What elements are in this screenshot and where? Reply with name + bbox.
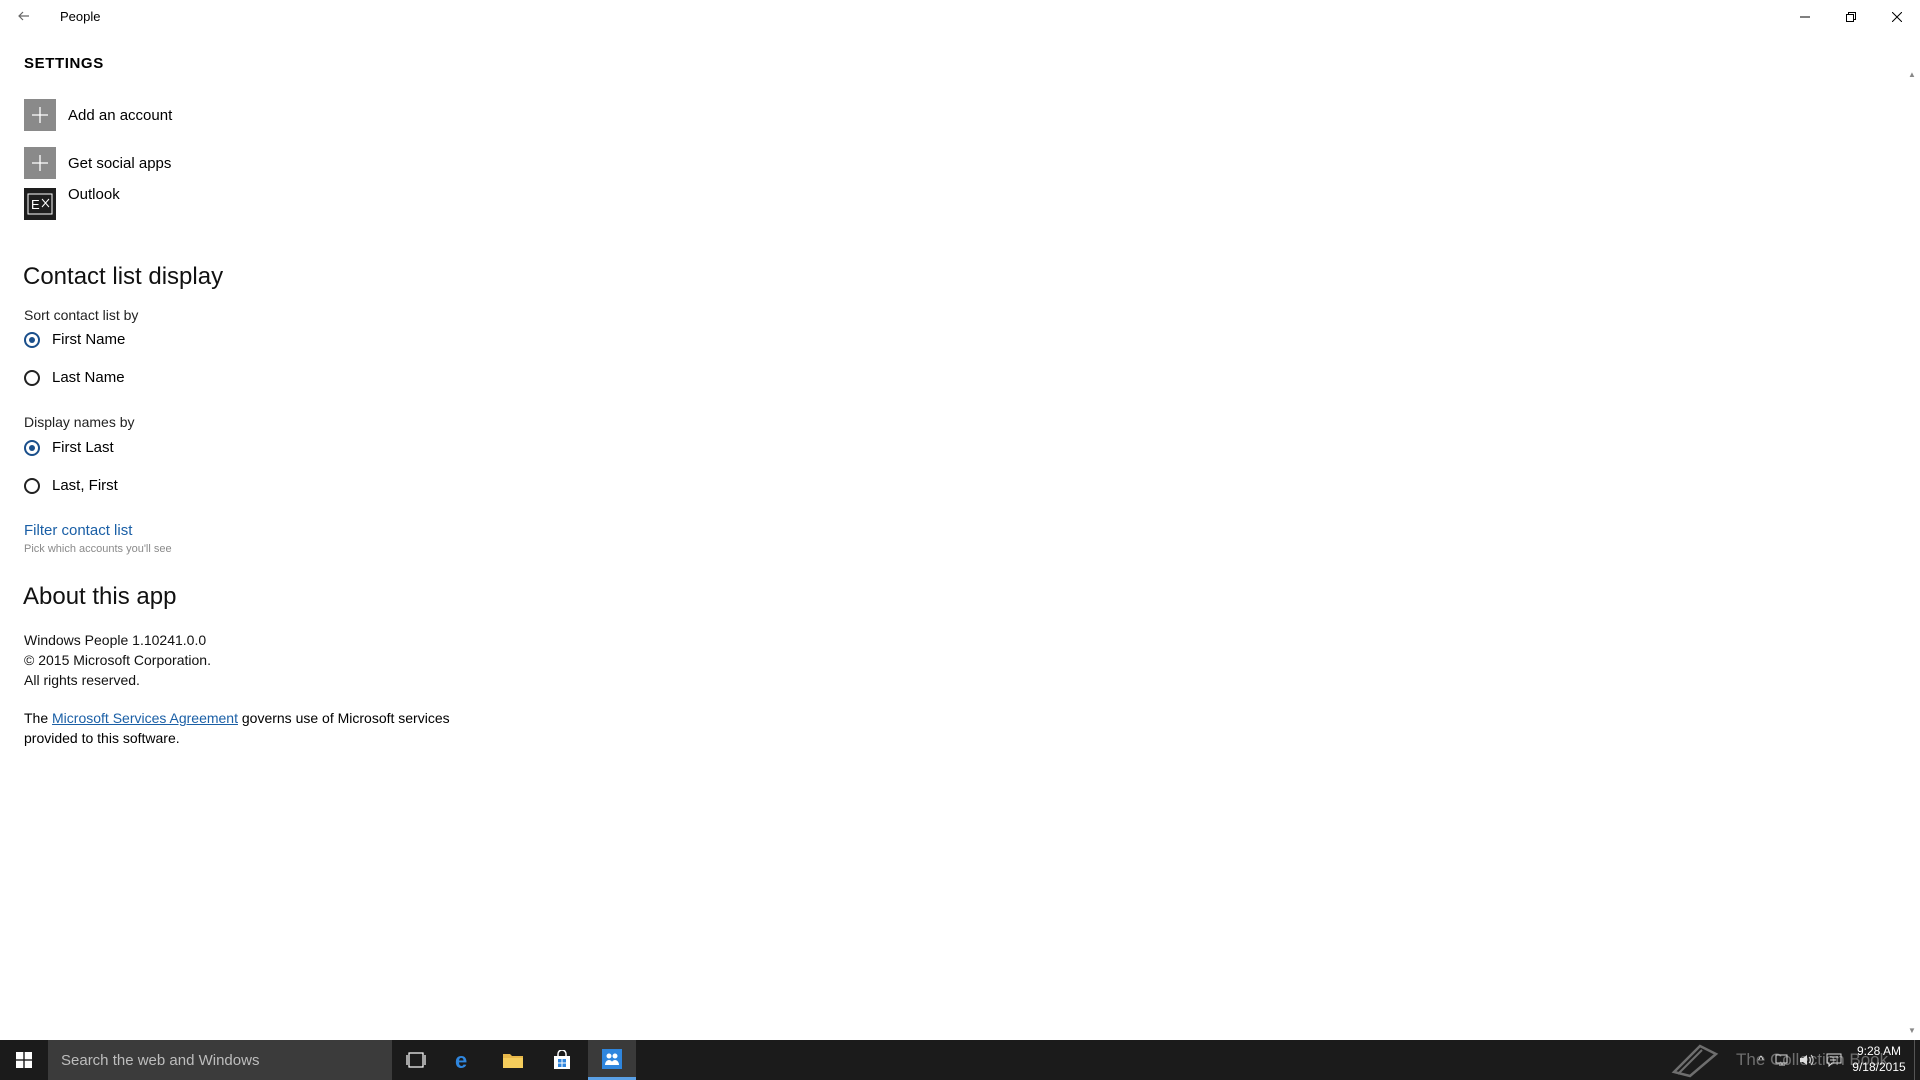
taskbar: e The Collection Book ^ 9:28 AM 9/18/201… <box>0 1040 1920 1080</box>
title-bar: People <box>0 0 1920 33</box>
outlook-account[interactable]: E Outlook <box>24 186 120 220</box>
svg-text:e: e <box>455 1049 467 1071</box>
agreement-prefix: The <box>24 710 53 726</box>
close-button[interactable] <box>1874 0 1920 33</box>
services-agreement-link[interactable]: Microsoft Services Agreement <box>52 710 238 726</box>
taskbar-search[interactable] <box>48 1040 392 1080</box>
file-explorer-button[interactable] <box>489 1040 537 1080</box>
scroll-up-icon[interactable]: ▲ <box>1906 70 1918 80</box>
task-view-icon <box>406 1052 426 1068</box>
add-account-label: Add an account <box>68 106 173 124</box>
get-social-apps-label: Get social apps <box>68 154 172 172</box>
taskbar-search-input[interactable] <box>59 1050 383 1070</box>
copyright-text: © 2015 Microsoft Corporation. <box>24 652 211 668</box>
chevron-up-icon: ^ <box>1758 1053 1764 1067</box>
notification-icon <box>1826 1053 1842 1067</box>
restore-icon <box>1846 11 1856 22</box>
clock-date: 9/18/2015 <box>1852 1060 1906 1074</box>
filter-hint: Pick which accounts you'll see <box>24 543 172 555</box>
radio-unchecked-icon <box>24 477 40 494</box>
volume-icon <box>1800 1054 1814 1066</box>
sort-last-name-label: Last Name <box>52 369 125 386</box>
scroll-down-icon[interactable]: ▼ <box>1906 1026 1918 1036</box>
volume-button[interactable] <box>1796 1040 1818 1080</box>
about-heading: About this app <box>23 583 177 610</box>
show-hidden-icons-button[interactable]: ^ <box>1752 1040 1770 1080</box>
minimize-icon <box>1800 16 1810 17</box>
display-last-first-radio[interactable]: Last, First <box>24 477 118 494</box>
restore-button[interactable] <box>1828 0 1874 33</box>
windows-logo-icon <box>16 1052 32 1068</box>
task-view-button[interactable] <box>392 1040 440 1080</box>
rights-text: All rights reserved. <box>24 672 140 688</box>
book-icon <box>1671 1044 1719 1078</box>
plus-icon <box>24 99 56 131</box>
sort-last-name-radio[interactable]: Last Name <box>24 369 125 386</box>
app-title: People <box>60 9 101 24</box>
agreement-text: The Microsoft Services Agreement governs… <box>24 708 494 748</box>
clock-time: 9:28 AM <box>1856 1044 1902 1058</box>
minimize-button[interactable] <box>1782 0 1828 33</box>
close-icon <box>1892 11 1902 22</box>
settings-heading: SETTINGS <box>24 55 104 72</box>
start-button[interactable] <box>0 1040 48 1080</box>
display-first-last-label: First Last <box>52 439 114 456</box>
app-version: Windows People 1.10241.0.0 <box>24 632 207 648</box>
svg-text:E: E <box>31 197 40 212</box>
outlook-label: Outlook <box>68 186 120 203</box>
folder-icon <box>503 1054 523 1068</box>
sort-by-label: Sort contact list by <box>24 307 139 323</box>
sort-first-name-radio[interactable]: First Name <box>24 331 125 348</box>
edge-button[interactable]: e <box>440 1040 488 1080</box>
network-icon <box>1775 1054 1788 1066</box>
back-arrow-icon <box>18 11 29 21</box>
get-social-apps-button[interactable]: Get social apps <box>24 147 171 179</box>
plus-icon <box>24 147 56 179</box>
settings-pane: SETTINGS Add an account Get social apps … <box>0 33 1900 1040</box>
exchange-icon: E <box>24 188 56 220</box>
display-names-label: Display names by <box>24 414 135 430</box>
people-icon <box>602 1048 622 1069</box>
network-button[interactable] <box>1772 1040 1794 1080</box>
people-app-button[interactable] <box>588 1040 636 1080</box>
show-desktop-button[interactable] <box>1914 1040 1920 1080</box>
store-button[interactable] <box>538 1040 586 1080</box>
store-bag-icon <box>554 1050 570 1069</box>
back-button[interactable] <box>12 4 36 28</box>
filter-contact-list-link[interactable]: Filter contact list <box>24 522 132 539</box>
radio-unchecked-icon <box>24 369 40 386</box>
edge-icon: e <box>455 1049 467 1071</box>
display-first-last-radio[interactable]: First Last <box>24 439 114 456</box>
radio-checked-icon <box>24 331 40 348</box>
add-account-button[interactable]: Add an account <box>24 99 172 131</box>
action-center-button[interactable] <box>1823 1040 1845 1080</box>
scrollbar[interactable]: ▲ ▼ <box>1906 70 1918 1036</box>
display-last-first-label: Last, First <box>52 477 118 494</box>
system-clock[interactable]: 9:28 AM 9/18/2015 <box>1848 1043 1910 1075</box>
sort-first-name-label: First Name <box>52 331 126 348</box>
contact-list-display-heading: Contact list display <box>23 263 224 290</box>
radio-checked-icon <box>24 439 40 456</box>
